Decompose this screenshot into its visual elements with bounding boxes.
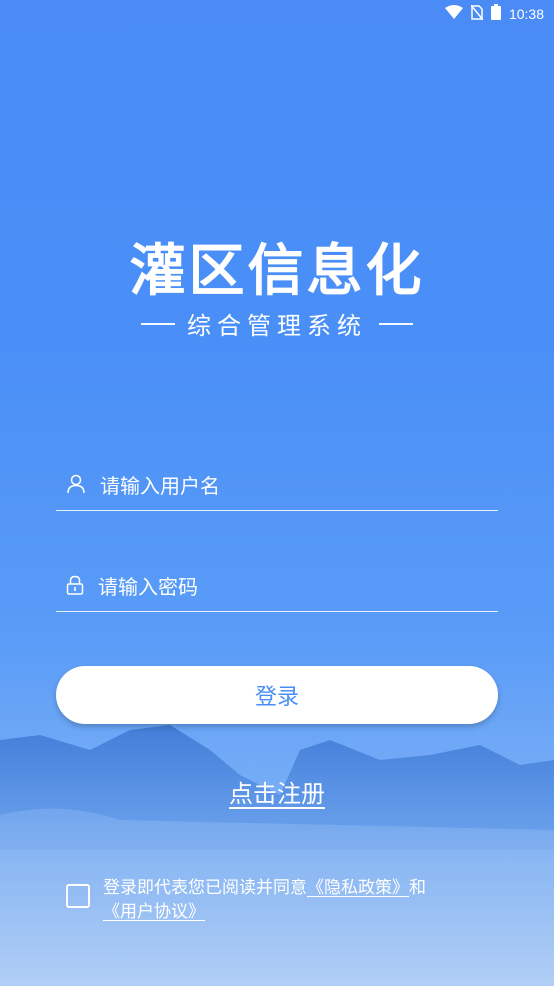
battery-icon	[490, 4, 501, 24]
username-input[interactable]	[98, 472, 498, 499]
username-field[interactable]	[56, 461, 498, 511]
user-agreement-link[interactable]: 《用户协议》	[103, 902, 205, 922]
password-input[interactable]	[96, 573, 498, 600]
agreement-conjunction: 和	[409, 878, 426, 898]
app-title: 灌区信息化	[129, 239, 425, 304]
privacy-policy-link[interactable]: 《隐私政策》	[307, 878, 409, 898]
subtitle-dash-left	[141, 322, 175, 325]
login-button[interactable]: 登录	[56, 666, 498, 724]
agreement-text: 登录即代表您已阅读并同意《隐私政策》和《用户协议》	[103, 876, 513, 924]
user-icon	[66, 474, 86, 498]
subtitle-row: 综合管理系统	[0, 306, 554, 341]
password-field[interactable]	[56, 562, 498, 612]
status-time: 10:38	[508, 6, 544, 22]
register-link[interactable]: 点击注册	[0, 774, 554, 809]
app-subtitle: 综合管理系统	[187, 312, 367, 340]
status-bar: 10:38	[0, 0, 554, 28]
agreement-prefix: 登录即代表您已阅读并同意	[103, 878, 307, 898]
subtitle-dash-right	[379, 322, 413, 325]
lock-icon	[66, 575, 84, 599]
agree-checkbox[interactable]	[66, 884, 90, 908]
wifi-icon	[444, 5, 463, 23]
mountain-background	[0, 725, 554, 986]
no-sim-icon	[470, 4, 484, 24]
